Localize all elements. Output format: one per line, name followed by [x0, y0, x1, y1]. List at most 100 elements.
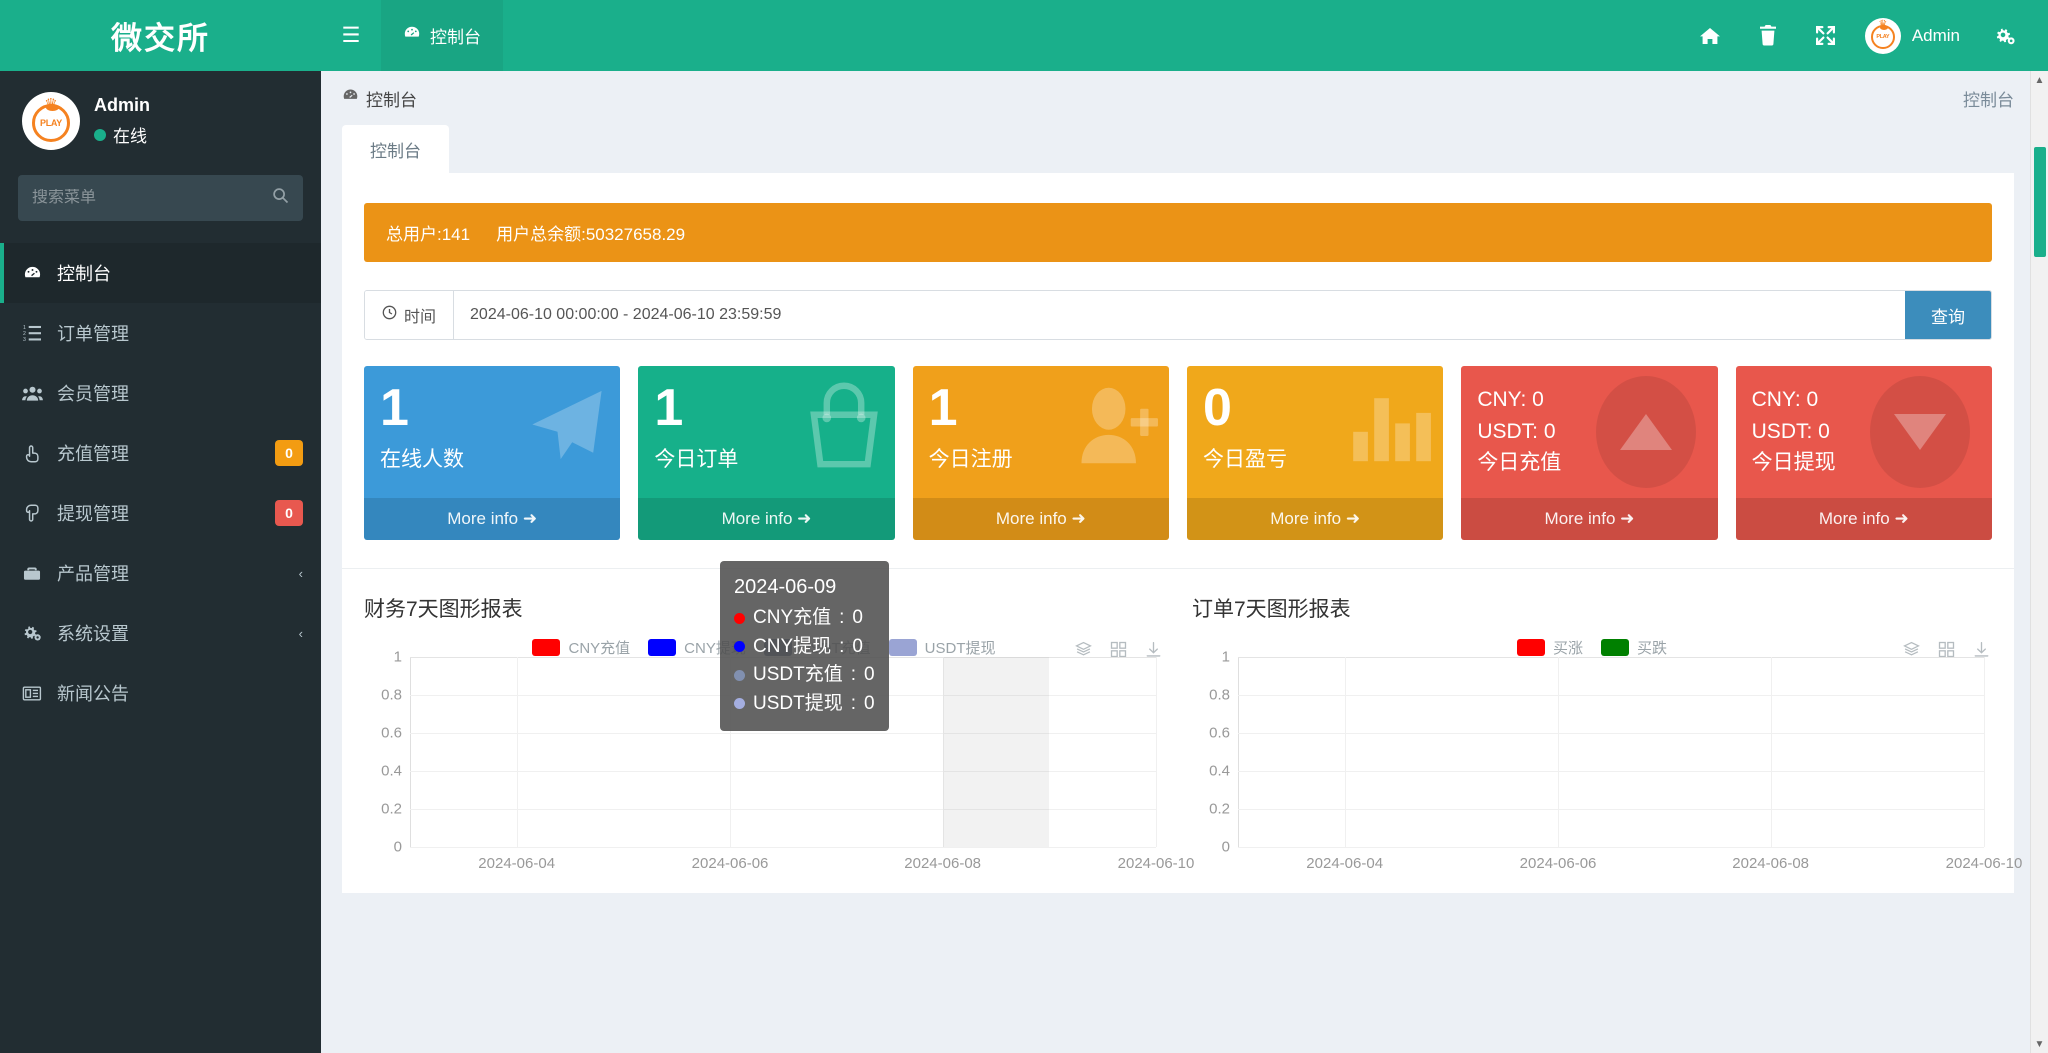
sidebar-item-label: 产品管理 [57, 564, 129, 584]
sidebar-user-status: 在线 [94, 122, 150, 147]
stat-value: 0 [1202, 379, 1232, 437]
home-icon[interactable] [1681, 0, 1739, 71]
search-icon[interactable] [272, 187, 289, 209]
tabs-bar: 控制台 [342, 125, 2014, 173]
date-range-input[interactable] [454, 291, 1905, 339]
tab-dashboard[interactable]: 控制台 [342, 125, 449, 173]
tab-panel-dashboard: 总用户:141 用户总余额:50327658.29 时间 查询 [342, 173, 2014, 568]
tooltip-row: CNY提现 : 0 [734, 633, 875, 662]
legend-item[interactable]: 买跌 [1601, 637, 1667, 658]
more-info-label: More info [721, 509, 793, 528]
trash-icon[interactable] [1739, 0, 1797, 71]
gridline: 0.2 [1209, 801, 1984, 818]
topbar-tab-dashboard[interactable]: 控制台 [381, 0, 503, 71]
stat-label: 今日盈亏 [1202, 448, 1287, 472]
sidebar-item-dashboard[interactable]: 控制台 [0, 243, 321, 303]
chart-title: 订单7天图形报表 [1192, 598, 1351, 621]
topbar-user-name: Admin [1911, 25, 1960, 45]
scroll-down-arrow-icon[interactable]: ▼ [2031, 1035, 2048, 1053]
tooltip-value: 0 [852, 607, 863, 628]
sidebar-item-settings[interactable]: 系统设置 ‹ [0, 603, 321, 663]
stat-value: 1 [380, 379, 409, 437]
gears-icon[interactable] [1976, 0, 2034, 71]
more-info-link[interactable]: More info ➜ [1461, 498, 1718, 540]
sidebar-item-recharge[interactable]: 充值管理 0 [0, 423, 321, 483]
total-balance-label: 用户总余额:50327658.29 [496, 225, 686, 244]
online-dot-icon [94, 128, 106, 141]
dashboard-icon [403, 24, 421, 47]
tooltip-value: 0 [864, 692, 875, 714]
chart-plot-area: 1 0.8 0.6 0.4 0.2 0 2024-06-04 2024-06-0… [1192, 649, 2022, 875]
layers-icon[interactable] [1075, 641, 1092, 658]
legend-item[interactable]: USDT提现 [888, 637, 996, 658]
chart-hover-band [942, 657, 1050, 847]
hand-down-icon [20, 504, 44, 523]
sidebar-item-label: 控制台 [57, 264, 111, 284]
chart-finance-7days: 财务7天图形报表 CNY充值 CNY提现 USDT充值 [350, 561, 1194, 875]
y-tick: 0 [393, 838, 402, 856]
gridline-v: 2024-06-08 [1732, 657, 1809, 872]
gridline: 0.8 [1209, 687, 1984, 704]
grid-icon[interactable] [1110, 641, 1127, 658]
status-text: 在线 [113, 127, 147, 146]
y-tick: 1 [1221, 648, 1230, 666]
y-tick: 0.6 [381, 724, 402, 742]
more-info-link[interactable]: More info ➜ [1735, 498, 1992, 540]
y-tick: 0.6 [1209, 724, 1230, 742]
triangle-up-icon [1619, 414, 1672, 450]
query-button[interactable]: 查询 [1905, 291, 1991, 339]
more-info-label: More info [1270, 509, 1342, 528]
page-scrollbar[interactable]: ▲ ▼ [2030, 71, 2048, 1053]
gridline-v: 2024-06-06 [1520, 657, 1596, 872]
chevron-left-icon: ‹ [298, 565, 303, 581]
brand-logo[interactable]: 微交所 [0, 0, 321, 71]
chart-tooltip: 2024-06-09 CNY充值 : 0 CNY提现 : 0 USDT充值: … [720, 561, 889, 731]
stat-card-today-withdraw: CNY: 0 USDT: 0 今日提现 More info ➜ [1735, 366, 1992, 540]
page-title: 控制台 [342, 86, 417, 111]
layers-icon[interactable] [1903, 641, 1920, 658]
sidebar-item-products[interactable]: 产品管理 ‹ [0, 543, 321, 603]
dashboard-icon [342, 87, 359, 109]
more-info-link[interactable]: More info ➜ [1186, 498, 1444, 540]
page-title-text: 控制台 [366, 90, 417, 110]
y-tick: 0 [1221, 838, 1230, 856]
sidebar-item-withdraw[interactable]: 提现管理 0 [0, 483, 321, 543]
gridline: 0.4 [1209, 763, 1984, 780]
chart-orders-7days: 订单7天图形报表 买涨 买跌 1 0.8 0.6 0.4 0.2 0 2024-… [1178, 593, 2022, 875]
sidebar-item-label: 充值管理 [57, 444, 129, 464]
breadcrumb: 控制台 [1963, 90, 2014, 110]
tooltip-row: CNY充值 : 0 [734, 604, 875, 633]
topbar-user-menu[interactable]: ♛ PLAY Admin [1855, 17, 1976, 54]
grid-icon[interactable] [1938, 641, 1955, 658]
download-icon[interactable] [1145, 641, 1162, 658]
more-info-label: More info [447, 509, 519, 528]
clock-icon [382, 305, 397, 325]
sidebar-item-orders[interactable]: 1 2 3 订单管理 [0, 303, 321, 363]
legend-item[interactable]: 买涨 [1516, 637, 1583, 658]
legend-label: 买涨 [1552, 640, 1583, 657]
more-info-link[interactable]: More info ➜ [638, 498, 895, 540]
svg-text:1: 1 [23, 325, 26, 331]
gears-icon [20, 624, 44, 642]
download-icon[interactable] [1973, 641, 1990, 658]
avatar: ♛ PLAY [1864, 17, 1901, 54]
scrollbar-thumb[interactable] [2034, 147, 2046, 257]
menu-toggle-button[interactable]: ☰ [321, 0, 381, 71]
legend-swatch [888, 639, 917, 656]
y-tick: 0.2 [1209, 800, 1230, 818]
legend-label: USDT提现 [924, 640, 996, 657]
gridline-v: 2024-06-10 [1946, 657, 2022, 872]
fullscreen-icon[interactable] [1797, 0, 1855, 71]
gridline-v: 2024-06-10 [1118, 657, 1194, 872]
sidebar-item-members[interactable]: 会员管理 [0, 363, 321, 423]
more-info-link[interactable]: More info ➜ [912, 498, 1169, 540]
tooltip-dot [734, 641, 745, 653]
sidebar: 微交所 ♛ PLAY Admin 在线 搜索菜单 控制台 1 2 3 订单管理 … [0, 0, 321, 1053]
tooltip-value: 0 [852, 635, 863, 657]
sidebar-item-news[interactable]: 新闻公告 [0, 663, 321, 723]
legend-item[interactable]: CNY充值 [532, 637, 630, 658]
scroll-up-arrow-icon[interactable]: ▲ [2031, 71, 2048, 89]
more-info-link[interactable]: More info ➜ [364, 498, 621, 540]
tooltip-sep: : [839, 635, 845, 657]
search-input[interactable] [32, 189, 272, 207]
